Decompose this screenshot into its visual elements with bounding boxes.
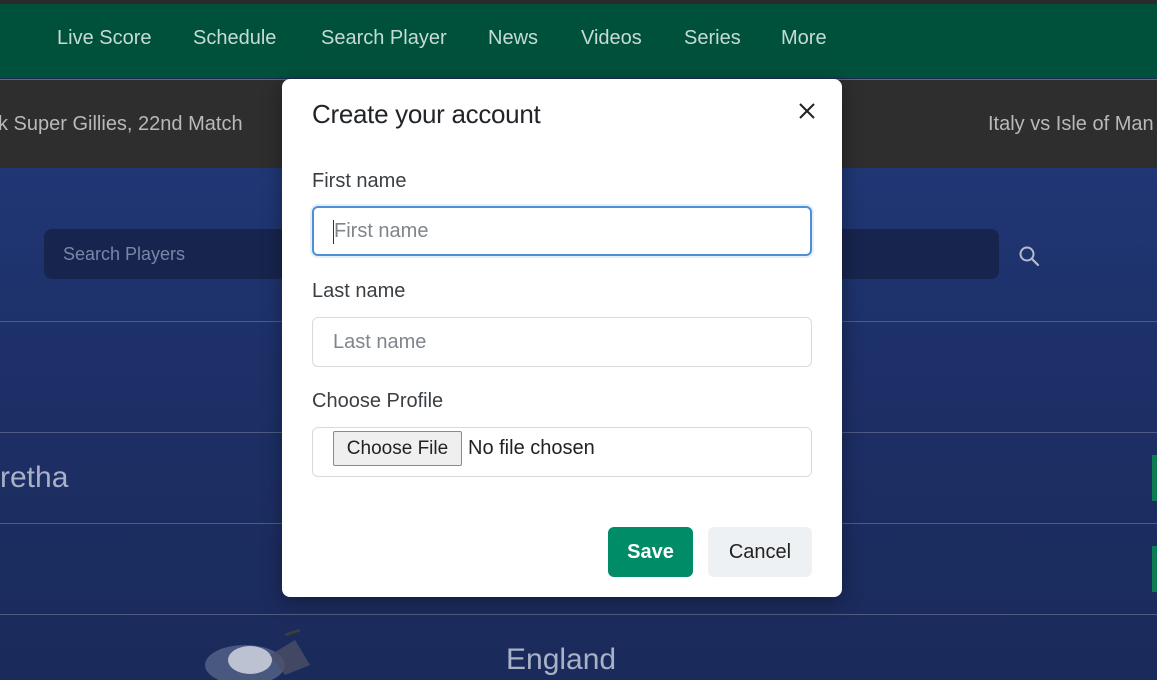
create-account-modal: Create your account First name Last name… [282,79,842,597]
profile-file-field: Choose File No file chosen [312,427,812,477]
last-name-input[interactable] [313,318,811,366]
choose-file-button[interactable]: Choose File [333,431,462,466]
file-status: No file chosen [468,437,595,459]
close-icon[interactable] [794,98,820,124]
modal-title: Create your account [312,99,541,129]
cancel-button[interactable]: Cancel [708,527,812,577]
save-button[interactable]: Save [608,527,693,577]
last-name-label: Last name [312,280,406,302]
choose-profile-label: Choose Profile [312,390,444,412]
first-name-field [312,206,812,256]
first-name-input[interactable] [314,208,810,254]
text-caret [333,220,334,244]
last-name-field [312,317,812,367]
first-name-label: First name [312,170,407,192]
